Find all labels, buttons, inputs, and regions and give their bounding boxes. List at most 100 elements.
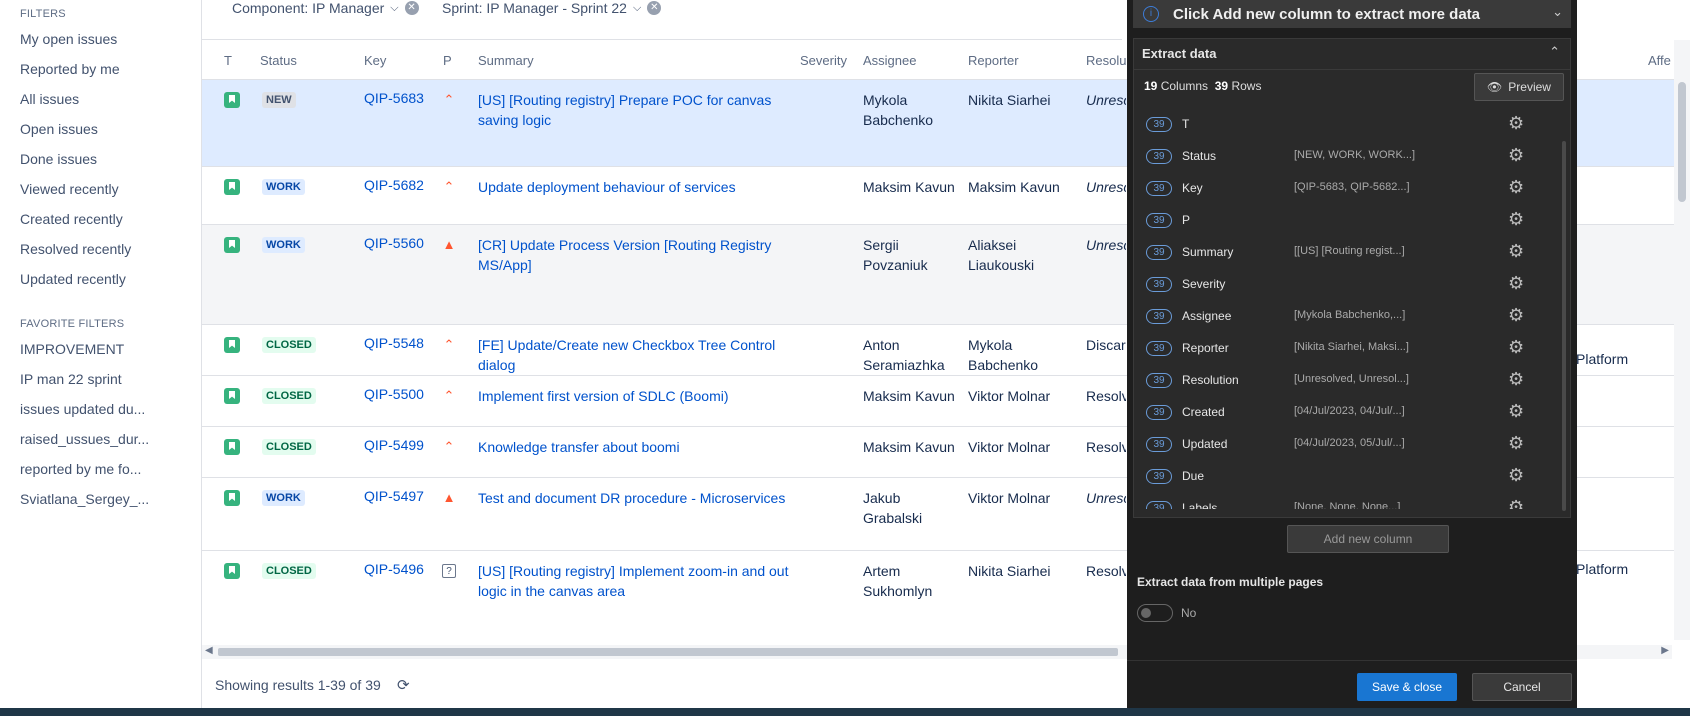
favorite-filter-item[interactable]: IP man 22 sprint <box>20 371 122 387</box>
gear-icon[interactable]: ⚙ <box>1508 433 1524 453</box>
issue-key-link[interactable]: QIP-5560 <box>364 235 424 251</box>
gear-icon[interactable]: ⚙ <box>1508 241 1524 261</box>
header-summary[interactable]: Summary <box>478 53 534 68</box>
column-item[interactable]: 39 Key [QIP-5683, QIP-5682...] ⚙ <box>1138 173 1558 205</box>
column-name: Severity <box>1182 277 1226 291</box>
header-affects[interactable]: Affe <box>1648 53 1671 68</box>
scroll-right-icon[interactable]: ▶ <box>1661 645 1669 656</box>
header-priority[interactable]: P <box>443 53 452 68</box>
gear-icon[interactable]: ⚙ <box>1508 497 1524 509</box>
column-item[interactable]: 39 Created [04/Jul/2023, 04/Jul/...] ⚙ <box>1138 397 1558 429</box>
gear-icon[interactable]: ⚙ <box>1508 401 1524 421</box>
favorite-filter-item[interactable]: raised_ussues_dur... <box>20 431 149 447</box>
add-new-column-button[interactable]: Add new column <box>1287 525 1449 553</box>
column-item[interactable]: 39 Updated [04/Jul/2023, 05/Jul/...] ⚙ <box>1138 429 1558 461</box>
header-key[interactable]: Key <box>364 53 386 68</box>
summary-link[interactable]: [US] [Routing registry] Prepare POC for … <box>478 90 798 130</box>
column-name: Key <box>1182 181 1203 195</box>
cancel-button[interactable]: Cancel <box>1472 673 1572 701</box>
header-resolution[interactable]: Resolu <box>1086 53 1126 68</box>
gear-icon[interactable]: ⚙ <box>1508 369 1524 389</box>
sidebar-item-open-issues[interactable]: Open issues <box>20 121 98 137</box>
column-preview: [QIP-5683, QIP-5682...] <box>1294 181 1410 193</box>
sidebar-item-resolved-recently[interactable]: Resolved recently <box>20 241 131 257</box>
issue-key-link[interactable]: QIP-5500 <box>364 386 424 402</box>
resolution-cell: Discar <box>1086 337 1126 353</box>
gear-icon[interactable]: ⚙ <box>1508 177 1524 197</box>
column-list-scrollbar[interactable] <box>1562 141 1566 511</box>
taskbar <box>0 708 1690 716</box>
column-name: Updated <box>1182 437 1228 451</box>
column-item[interactable]: 39 Reporter [Nikita Siarhei, Maksi...] ⚙ <box>1138 333 1558 365</box>
multi-pages-toggle[interactable] <box>1137 604 1173 622</box>
hint-banner[interactable]: i Click Add new column to extract more d… <box>1133 0 1571 28</box>
status-lozenge: CLOSED <box>262 439 316 455</box>
issue-key-link[interactable]: QIP-5683 <box>364 90 424 106</box>
header-severity[interactable]: Severity <box>800 53 847 68</box>
column-item[interactable]: 39 Resolution [Unresolved, Unresol...] ⚙ <box>1138 365 1558 397</box>
gear-icon[interactable]: ⚙ <box>1508 337 1524 357</box>
favorite-filter-item[interactable]: IMPROVEMENT <box>20 341 124 357</box>
issue-key-link[interactable]: QIP-5682 <box>364 177 424 193</box>
clear-icon[interactable]: ✕ <box>404 1 419 15</box>
gear-icon[interactable]: ⚙ <box>1508 209 1524 229</box>
clear-icon[interactable]: ✕ <box>647 1 662 15</box>
scroll-thumb[interactable] <box>218 648 1118 656</box>
gear-icon[interactable]: ⚙ <box>1508 305 1524 325</box>
summary-link[interactable]: Test and document DR procedure - Microse… <box>478 488 798 508</box>
summary-link[interactable]: [FE] Update/Create new Checkbox Tree Con… <box>478 335 798 375</box>
sidebar-item-viewed-recently[interactable]: Viewed recently <box>20 181 119 197</box>
sidebar-item-all-issues[interactable]: All issues <box>20 91 79 107</box>
chevron-up-icon[interactable]: ⌃ <box>1549 44 1560 60</box>
sidebar-item-done-issues[interactable]: Done issues <box>20 151 97 167</box>
scroll-thumb[interactable] <box>1678 82 1686 202</box>
favorite-filter-item[interactable]: issues updated du... <box>20 401 145 417</box>
column-preview: [04/Jul/2023, 05/Jul/...] <box>1294 437 1405 449</box>
sidebar-item-updated-recently[interactable]: Updated recently <box>20 271 126 287</box>
save-close-button[interactable]: Save & close <box>1357 673 1457 701</box>
column-item[interactable]: 39 T ⚙ <box>1138 109 1558 141</box>
favorite-filter-item[interactable]: Sviatlana_Sergey_... <box>20 491 149 507</box>
sidebar-item-reported-by-me[interactable]: Reported by me <box>20 61 120 77</box>
sprint-filter[interactable]: Sprint: IP Manager - Sprint 22 ⌵ ✕ <box>442 0 662 16</box>
issue-key-link[interactable]: QIP-5548 <box>364 335 424 351</box>
priority-unknown-icon: ? <box>442 564 456 578</box>
issue-key-link[interactable]: QIP-5499 <box>364 437 424 453</box>
reporter-cell: Viktor Molnar <box>968 439 1051 455</box>
summary-link[interactable]: [CR] Update Process Version [Routing Reg… <box>478 235 798 275</box>
component-filter[interactable]: Component: IP Manager ⌵ ✕ <box>232 0 419 16</box>
column-item[interactable]: 39 Labels [None, None, None...] ⚙ <box>1138 493 1558 509</box>
gear-icon[interactable]: ⚙ <box>1508 113 1524 133</box>
resolution-cell: Resolv <box>1086 388 1126 404</box>
gear-icon[interactable]: ⚙ <box>1508 273 1524 293</box>
favorite-filter-item[interactable]: reported by me fo... <box>20 461 141 477</box>
column-item[interactable]: 39 Due ⚙ <box>1138 461 1558 493</box>
issue-key-link[interactable]: QIP-5497 <box>364 488 424 504</box>
refresh-icon[interactable]: ⟳ <box>397 676 410 694</box>
summary-link[interactable]: Update deployment behaviour of services <box>478 177 798 197</box>
header-type[interactable]: T <box>224 53 232 68</box>
issue-key-link[interactable]: QIP-5496 <box>364 561 424 577</box>
column-item[interactable]: 39 Status [NEW, WORK, WORK...] ⚙ <box>1138 141 1558 173</box>
sidebar-item-my-open-issues[interactable]: My open issues <box>20 31 117 47</box>
sidebar-item-created-recently[interactable]: Created recently <box>20 211 123 227</box>
columns-count: 19 <box>1144 79 1158 93</box>
column-item[interactable]: 39 Summary [[US] [Routing regist...] ⚙ <box>1138 237 1558 269</box>
preview-button[interactable]: 👁 Preview <box>1474 73 1564 101</box>
gear-icon[interactable]: ⚙ <box>1508 145 1524 165</box>
chevron-down-icon[interactable]: ⌄ <box>1552 4 1563 20</box>
header-reporter[interactable]: Reporter <box>968 53 1019 68</box>
column-preview: [04/Jul/2023, 04/Jul/...] <box>1294 405 1405 417</box>
gear-icon[interactable]: ⚙ <box>1508 465 1524 485</box>
summary-link[interactable]: [US] [Routing registry] Implement zoom-i… <box>478 561 798 601</box>
columns-label: Columns <box>1160 79 1209 93</box>
column-item[interactable]: 39 P ⚙ <box>1138 205 1558 237</box>
summary-link[interactable]: Implement first version of SDLC (Boomi) <box>478 386 798 406</box>
header-assignee[interactable]: Assignee <box>863 53 916 68</box>
scroll-left-icon[interactable]: ◀ <box>205 645 213 656</box>
summary-link[interactable]: Knowledge transfer about boomi <box>478 437 798 457</box>
column-item[interactable]: 39 Severity ⚙ <box>1138 269 1558 301</box>
header-status[interactable]: Status <box>260 53 297 68</box>
column-item[interactable]: 39 Assignee [Mykola Babchenko,...] ⚙ <box>1138 301 1558 333</box>
vertical-scrollbar[interactable] <box>1674 40 1690 640</box>
